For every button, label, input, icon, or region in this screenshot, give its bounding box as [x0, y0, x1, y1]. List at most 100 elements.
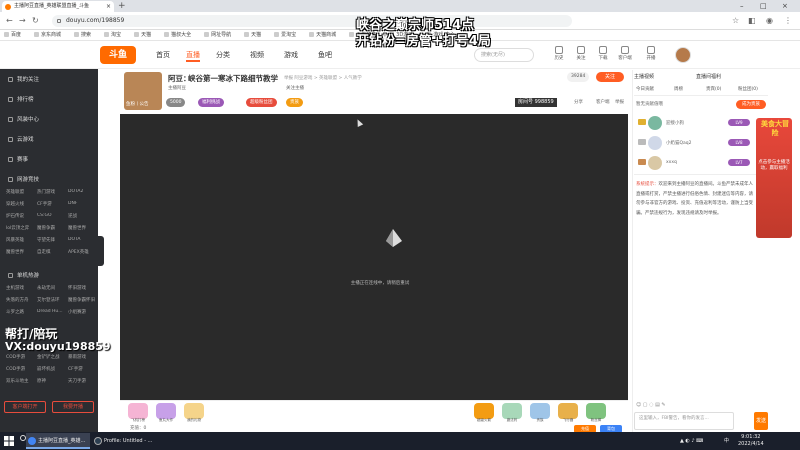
sidebar-category-item[interactable]: 风暴英雄	[6, 237, 37, 243]
sidebar-category-item[interactable]: 原神	[37, 378, 68, 384]
taskbar-profile[interactable]: Profile: Untitled - ...	[92, 433, 156, 449]
start-stream-button[interactable]: 我要开播	[52, 401, 94, 413]
bookmark-item[interactable]: 天猫商城	[305, 30, 336, 40]
new-tab-icon[interactable]: +	[118, 0, 126, 12]
chat-input[interactable]: 这里输入，FBI警告，看你的发言...	[634, 412, 734, 430]
sidebar-category-item[interactable]: 斗罗之路	[6, 309, 37, 315]
chat-tools[interactable]: ☺ ▢ ◌ ▤ ✎	[636, 402, 666, 408]
rank-user-1[interactable]: 迎接小狗 LV9	[638, 116, 768, 130]
follow-streamer-link[interactable]: 关注主播	[286, 85, 304, 91]
reload-icon[interactable]: ↻	[32, 15, 39, 27]
sidebar-category-item[interactable]: 炉石传说	[6, 213, 37, 219]
sidebar-category-item[interactable]: 守望先锋	[37, 237, 68, 243]
windows-start-icon[interactable]	[4, 436, 14, 446]
sidebar-category-item[interactable]: lol云顶之弈	[6, 225, 37, 231]
menu-icon[interactable]: ⋮	[784, 15, 792, 27]
become-noble-button[interactable]: 成为贵族	[736, 100, 766, 109]
tab-fanclub[interactable]: 粉丝团(0)	[738, 86, 758, 92]
sidebar-category-item[interactable]: 英雄联盟	[6, 189, 37, 195]
extension-icon[interactable]: ◧	[748, 15, 756, 27]
tab-vip[interactable]: 贵宾(0)	[706, 86, 721, 92]
bookmark-item[interactable]: 网址导航	[200, 30, 231, 40]
gift-item-7[interactable]	[558, 403, 578, 419]
gift-item-8[interactable]	[586, 403, 606, 419]
bookmark-item[interactable]: 百度	[0, 30, 21, 40]
sidebar-category-item[interactable]: 自走棋	[37, 249, 68, 255]
start-live-button[interactable]: 开播	[640, 46, 662, 64]
nav-home[interactable]: 首页	[156, 50, 170, 60]
follow-header-button[interactable]: 关注	[570, 46, 592, 64]
user-avatar[interactable]	[675, 47, 691, 63]
gift-item-3[interactable]	[184, 403, 204, 419]
minimize-icon[interactable]: –	[740, 0, 744, 12]
sidebar-category-item[interactable]: CF手游	[68, 366, 96, 372]
sidebar-category-item[interactable]: 穿越火线	[6, 201, 37, 207]
bookmark-item[interactable]: 天猫	[240, 30, 261, 40]
sidebar-category-item[interactable]: DOTA2	[68, 189, 96, 195]
sidebar-category-item[interactable]: 永劫无间	[37, 285, 68, 291]
taskbar-browser[interactable]: 主播阿豆直播_英雄...	[26, 433, 90, 449]
client-button[interactable]: 客户端	[614, 46, 636, 64]
badge-challenge[interactable]: 福利挑战	[198, 98, 224, 107]
send-button[interactable]: 发送	[754, 412, 768, 430]
tray-icons[interactable]: ▲ ◐ ♪ ⌨	[680, 433, 703, 449]
badge-noble[interactable]: 贵族	[286, 98, 303, 107]
sidebar-category-item[interactable]: DNF	[68, 201, 96, 207]
sidebar-category-item[interactable]: 热门游戏	[37, 189, 68, 195]
report-button[interactable]: 举报	[615, 99, 624, 105]
nav-live[interactable]: 直播	[186, 50, 200, 62]
client-open-button[interactable]: 客户端	[596, 99, 610, 105]
star-icon[interactable]: ☆	[732, 15, 739, 27]
gift-item-4[interactable]	[474, 403, 494, 419]
ime-indicator[interactable]: 中	[724, 433, 729, 449]
anchor-video-tab[interactable]: 主播视频	[634, 73, 654, 80]
sidebar-category-item[interactable]: 金铲铲之战	[37, 354, 68, 360]
sidebar-category-item[interactable]: 艾尔登法环	[37, 297, 68, 303]
bookmark-item[interactable]: 搜索	[70, 30, 91, 40]
tab-today[interactable]: 今日贡献	[636, 86, 654, 92]
sidebar-category-item[interactable]: 魔兽争霸怀旧	[68, 297, 96, 303]
sidebar-category-item[interactable]: COD手游	[6, 366, 37, 372]
room-tags[interactable]: 举报 阿豆游戏 > 英雄联盟 > 人气教学	[284, 75, 362, 81]
sidebar-category-item[interactable]: 怀旧游戏	[68, 285, 96, 291]
browser-tab[interactable]: 主播阿豆直播_英雄联盟直播_斗鱼 ×	[2, 1, 114, 12]
bookmark-item[interactable]: 天猫	[130, 30, 151, 40]
nav-video[interactable]: 视频	[250, 50, 264, 60]
video-player[interactable]	[120, 114, 628, 400]
open-client-button[interactable]: 客户端打开	[4, 401, 46, 413]
back-icon[interactable]: ←	[6, 15, 13, 27]
history-button[interactable]: 历史	[548, 46, 570, 64]
badge-fans[interactable]: 超级粉丝团	[246, 98, 277, 107]
gift-item-5[interactable]	[502, 403, 522, 419]
sidebar-category-item[interactable]: Dread Hu...	[37, 309, 68, 315]
maximize-icon[interactable]: □	[760, 0, 767, 12]
sidebar-category-item[interactable]: 逆战	[68, 213, 96, 219]
close-window-icon[interactable]: ×	[782, 0, 788, 12]
badge-level[interactable]: 5000	[166, 98, 186, 107]
download-button[interactable]: 下载	[592, 46, 614, 64]
sidebar-category-item[interactable]: 魔兽争霸	[37, 225, 68, 231]
gift-item-6[interactable]	[530, 403, 550, 419]
sidebar-category-item[interactable]: APEX英雄	[68, 249, 96, 255]
bookmark-item[interactable]: 京东商城	[30, 30, 61, 40]
sidebar-category-item[interactable]: 崩坏机战	[37, 366, 68, 372]
url-input[interactable]: douyu.com/198859	[52, 15, 572, 27]
rank-user-3[interactable]: xxxq LV7	[638, 156, 768, 170]
search-input[interactable]: 搜索(无尽)	[474, 48, 534, 62]
nav-game[interactable]: 游戏	[284, 50, 298, 60]
gift-item-2[interactable]	[156, 403, 176, 419]
sidebar-category-item[interactable]: 小组赛游	[68, 309, 96, 315]
share-button[interactable]: 分享	[574, 99, 583, 105]
sidebar-category-item[interactable]: COD手游	[6, 354, 37, 360]
tab-week[interactable]: 周榜	[674, 86, 683, 92]
room-welfare-tab[interactable]: 直播间福利	[696, 73, 721, 80]
close-tab-icon[interactable]: ×	[106, 1, 111, 12]
bookmark-item[interactable]: 猫叔大全	[160, 30, 191, 40]
sidebar-category-item[interactable]: 暴雨游戏	[68, 354, 96, 360]
sidebar-match[interactable]: 赛事	[8, 155, 28, 163]
follow-button[interactable]: 关注	[596, 72, 624, 82]
sidebar-category-item[interactable]: CF手游	[37, 201, 68, 207]
taskbar-clock[interactable]: 9:01:32 2022/4/14	[738, 434, 764, 448]
nav-category[interactable]: 分类	[216, 50, 230, 60]
sidebar-collapse-handle[interactable]	[98, 236, 104, 266]
